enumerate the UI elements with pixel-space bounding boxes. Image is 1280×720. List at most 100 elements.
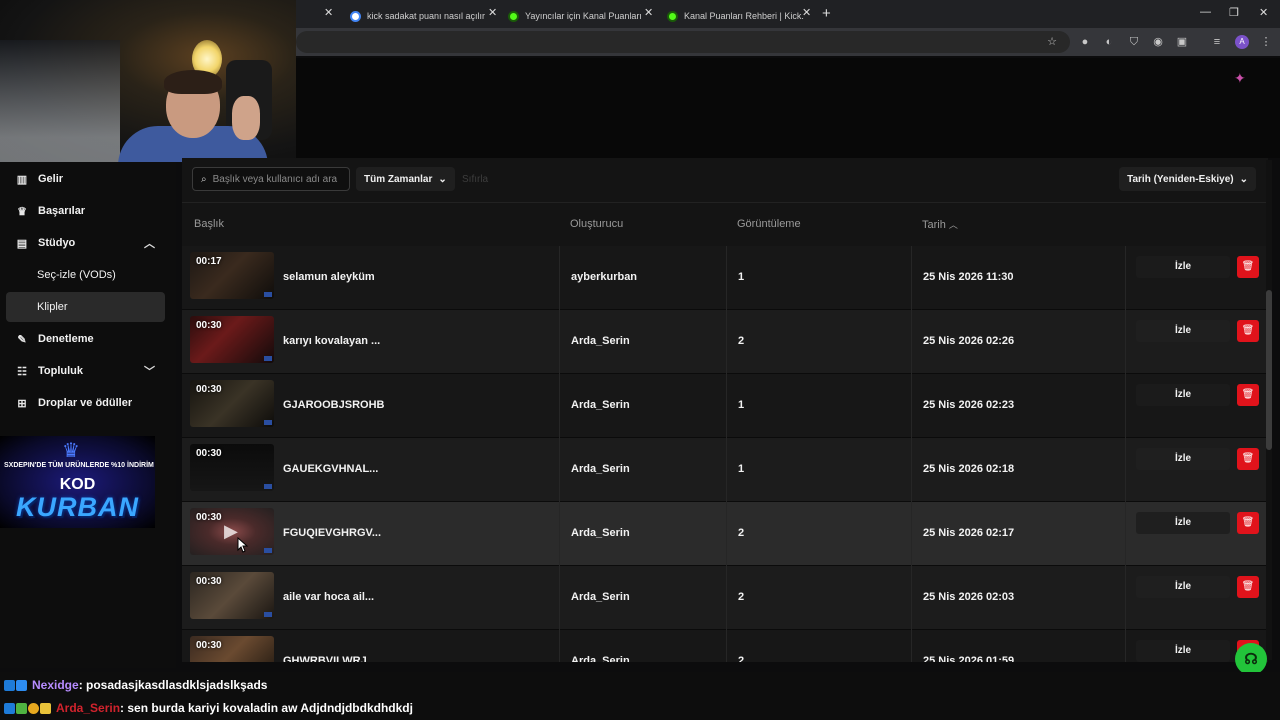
clip-title[interactable]: GJAROOBJSROHB: [283, 399, 384, 411]
tab-title: Yayıncılar için Kanal Puanları Re: [525, 11, 645, 21]
filter-bar: ⌕ Başlık veya kullanıcı adı ara Tüm Zama…: [182, 158, 1268, 202]
clip-thumbnail[interactable]: 00:30: [190, 380, 274, 427]
sidebar-item-label: Gelir: [38, 173, 64, 185]
menu-kebab-icon[interactable]: ⋮: [1259, 35, 1273, 49]
table-row[interactable]: 00:30 ▶ FGUQIEVGHRGV... Arda_Serin 2 25 Nis 2…: [182, 502, 1268, 566]
new-tab-icon[interactable]: +: [822, 5, 831, 22]
tab-close-icon[interactable]: ✕: [802, 6, 811, 19]
clip-creator[interactable]: Arda_Serin: [571, 335, 630, 347]
header-views[interactable]: Görüntüleme: [737, 218, 801, 230]
wrench-icon: ✎: [17, 333, 27, 346]
browser-tab-1[interactable]: kick sadakat puanı nasıl açılır -: [342, 4, 500, 28]
clip-thumbnail[interactable]: 00:30: [190, 636, 274, 662]
clip-creator[interactable]: Arda_Serin: [571, 655, 630, 662]
search-input[interactable]: ⌕ Başlık veya kullanıcı adı ara: [192, 167, 350, 191]
support-chat-button[interactable]: ☊: [1235, 643, 1267, 675]
watch-button[interactable]: İzle: [1136, 448, 1230, 470]
clip-creator[interactable]: Arda_Serin: [571, 527, 630, 539]
delete-button[interactable]: 🗑: [1237, 256, 1259, 278]
sidebar: ▥ Gelir ♛ Başarılar ▤ Stüdyo ︿ Seç-izle …: [0, 162, 176, 668]
clip-thumbnail[interactable]: 00:17: [190, 252, 274, 299]
header-date[interactable]: Tarih ︿: [922, 218, 958, 231]
delete-button[interactable]: 🗑: [1237, 384, 1259, 406]
sidebar-item-topluluk[interactable]: ☷ Topluluk ﹀: [6, 356, 165, 386]
clip-thumbnail[interactable]: 00:30: [190, 444, 274, 491]
table-row[interactable]: 00:30 aile var hoca ail... Arda_Serin 2 25 N…: [182, 566, 1268, 630]
clip-thumbnail[interactable]: 00:30 ▶: [190, 508, 274, 555]
sidebar-item-gelir[interactable]: ▥ Gelir: [6, 164, 165, 194]
notification-icon[interactable]: ✦: [1234, 70, 1246, 87]
sidebar-item-studyo[interactable]: ▤ Stüdyo ︿: [6, 228, 165, 258]
delete-button[interactable]: 🗑: [1237, 448, 1259, 470]
time-filter-label: Tüm Zamanlar: [364, 173, 433, 185]
clip-title[interactable]: selamun aleyküm: [283, 271, 375, 283]
extension-icon[interactable]: ◐: [1102, 35, 1116, 49]
clip-title[interactable]: FGUQIEVGHRGV...: [283, 527, 381, 539]
reset-filter-button[interactable]: Sıfırla: [454, 167, 496, 191]
clip-creator[interactable]: Arda_Serin: [571, 399, 630, 411]
scrollbar[interactable]: [1266, 160, 1272, 660]
watch-button[interactable]: İzle: [1136, 640, 1230, 662]
watch-button[interactable]: İzle: [1136, 256, 1230, 278]
watch-button[interactable]: İzle: [1136, 384, 1230, 406]
studio-icon: ▤: [16, 237, 28, 250]
clip-title[interactable]: GAUEKGVHNAL...: [283, 463, 378, 475]
tab-close-icon[interactable]: ✕: [644, 6, 653, 19]
sidebar-item-klipler[interactable]: Klipler: [6, 292, 165, 322]
extension-icon[interactable]: ●: [1078, 35, 1092, 49]
clip-title[interactable]: aile var hoca ail...: [283, 591, 374, 603]
address-bar[interactable]: [296, 31, 1070, 53]
bookmark-star-icon[interactable]: ☆: [1045, 35, 1059, 49]
header-creator[interactable]: Oluşturucu: [570, 218, 623, 230]
extensions-puzzle-icon[interactable]: ▣: [1175, 35, 1189, 49]
restore-icon[interactable]: ❐: [1229, 6, 1239, 19]
audio-icon[interactable]: ◉: [1151, 35, 1165, 49]
clip-thumbnail[interactable]: 00:30: [190, 316, 274, 363]
clip-creator[interactable]: ayberkurban: [571, 271, 637, 283]
watch-button[interactable]: İzle: [1136, 320, 1230, 342]
sidebar-item-vods[interactable]: Seç-izle (VODs): [6, 260, 165, 290]
tab-close-icon[interactable]: ✕: [488, 6, 497, 19]
reset-filter-label: Sıfırla: [462, 173, 489, 185]
table-row[interactable]: 00:17 selamun aleyküm ayberkurban 1 25 Nis 2…: [182, 246, 1268, 310]
sort-dropdown[interactable]: Tarih (Yeniden-Eskiye) ⌄: [1119, 167, 1256, 191]
scrollbar-thumb[interactable]: [1266, 290, 1272, 450]
profile-avatar[interactable]: A: [1235, 35, 1249, 49]
delete-button[interactable]: 🗑: [1237, 512, 1259, 534]
media-control-icon[interactable]: ≡: [1210, 35, 1224, 49]
clip-views: 2: [738, 527, 745, 539]
clip-creator[interactable]: Arda_Serin: [571, 463, 630, 475]
time-filter-dropdown[interactable]: Tüm Zamanlar ⌄: [356, 167, 455, 191]
clip-duration: 00:30: [196, 512, 222, 523]
clip-title[interactable]: GHWRBVILWRJ...: [283, 655, 376, 662]
table-row[interactable]: 00:30 GAUEKGVHNAL... Arda_Serin 1 25 Nis 202…: [182, 438, 1268, 502]
badge-icon: [28, 702, 39, 714]
minimize-icon[interactable]: —: [1200, 6, 1211, 18]
delete-button[interactable]: 🗑: [1237, 576, 1259, 598]
clip-title[interactable]: karıyı kovalayan ...: [283, 335, 380, 347]
tab-close-icon[interactable]: ✕: [324, 6, 333, 19]
table-row[interactable]: 00:30 GJAROOBJSROHB Arda_Serin 1 25 Nis 2026…: [182, 374, 1268, 438]
play-icon[interactable]: ▶: [224, 521, 238, 542]
watch-button[interactable]: İzle: [1136, 512, 1230, 534]
thumbnail-badge: [264, 484, 272, 489]
sidebar-item-droplar[interactable]: ⊞ Droplar ve ödüller: [6, 388, 165, 418]
promo-text: SXDEPIN'DE TÜM URÜNLERDE %10 İNDİRİM: [4, 462, 154, 469]
table-row[interactable]: 00:30 GHWRBVILWRJ... Arda_Serin 2 25 Nis 202…: [182, 630, 1268, 662]
clip-duration: 00:30: [196, 640, 222, 651]
close-window-icon[interactable]: ✕: [1259, 6, 1268, 19]
clip-creator[interactable]: Arda_Serin: [571, 591, 630, 603]
browser-tab-3[interactable]: Kanal Puanları Rehberi | Kick.co: [659, 4, 817, 28]
sidebar-item-basarilar[interactable]: ♛ Başarılar: [6, 196, 165, 226]
column-divider: [1125, 374, 1126, 438]
delete-button[interactable]: 🗑: [1237, 320, 1259, 342]
clip-thumbnail[interactable]: 00:30: [190, 572, 274, 619]
header-title[interactable]: Başlık: [194, 218, 224, 230]
watch-button[interactable]: İzle: [1136, 576, 1230, 598]
shield-icon[interactable]: ⛉: [1127, 35, 1141, 49]
browser-tab-2[interactable]: Yayıncılar için Kanal Puanları Re: [500, 4, 658, 28]
table-row[interactable]: 00:30 karıyı kovalayan ... Arda_Serin 2 25 N…: [182, 310, 1268, 374]
sidebar-item-denetleme[interactable]: ✎ Denetleme: [6, 324, 165, 354]
thumbnail-badge: [264, 548, 272, 553]
clip-date: 25 Nis 2026 02:17: [923, 527, 1015, 539]
